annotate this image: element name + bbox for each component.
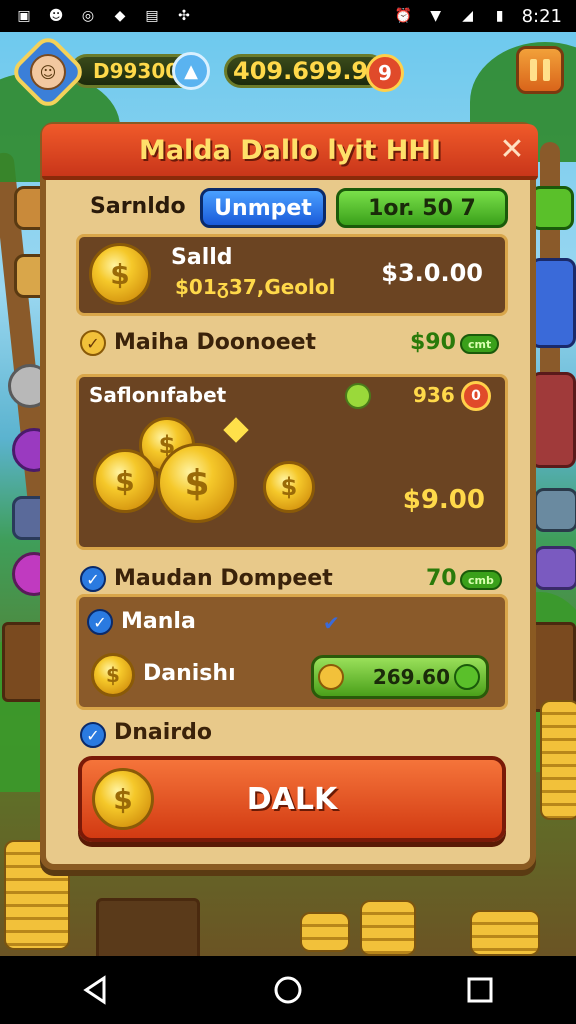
value-pill[interactable]: 269.60 xyxy=(311,655,489,699)
close-button[interactable]: ✕ xyxy=(496,134,528,166)
wallet-panel: $ Salld $01ᵹ37,Geolol $3.0.00 xyxy=(76,234,508,316)
side-gem-icon[interactable] xyxy=(534,488,576,532)
game-icon: ◆ xyxy=(114,8,126,24)
top-hud: D99300 ☺ ▲ 409.699.9 9 xyxy=(0,32,576,112)
side-character-avatar[interactable] xyxy=(530,372,576,468)
battery-icon: ▮ xyxy=(495,8,504,24)
home-icon xyxy=(274,976,302,1004)
recents-button[interactable] xyxy=(450,960,510,1020)
row2-value: 70 xyxy=(426,566,457,591)
wallet-amount: $3.0.00 xyxy=(381,259,483,287)
puzzle-icon: ✣ xyxy=(178,8,190,24)
pill-coin-icon xyxy=(318,664,344,690)
check-blue-icon: ✓ xyxy=(80,722,106,748)
row1-label: Maiha Doonoeet xyxy=(114,330,317,355)
tab-unmpet-label: Unmpet xyxy=(214,195,312,221)
side-card-icon[interactable] xyxy=(530,258,576,348)
tab-level[interactable]: 1or. 50 7 xyxy=(336,188,508,228)
pause-button[interactable] xyxy=(516,46,564,94)
pill-value: 269.60 xyxy=(372,665,450,689)
recents-icon xyxy=(467,977,493,1003)
coins-panel-title: Saflonıfabet xyxy=(89,383,227,407)
detail-line1: Manla xyxy=(121,609,196,634)
dialog-header: Malda Dallo lyit HHI ✕ xyxy=(42,124,538,180)
dollar-coin-icon: $ xyxy=(89,243,151,305)
sync-icon: ◎ xyxy=(81,8,95,24)
gem-icon[interactable]: ▲ xyxy=(172,52,210,90)
score-value: 409.699.9 xyxy=(233,57,369,85)
add-currency-button[interactable]: 9 xyxy=(366,54,404,92)
main-action-button[interactable]: $ DALK xyxy=(78,756,506,842)
signal-icon: ◢ xyxy=(462,8,473,24)
row1-badge: cmt xyxy=(460,334,500,354)
back-icon xyxy=(83,975,106,1005)
main-action-label: DALK xyxy=(246,781,338,817)
notification-icon: ▣ xyxy=(17,8,31,24)
coins-panel-amount: $9.00 xyxy=(402,485,485,515)
wifi-icon: ▼ xyxy=(430,8,441,24)
dollar-coin-icon: $ xyxy=(91,653,135,697)
add-currency-label: 9 xyxy=(378,61,392,85)
messenger-icon: ☻ xyxy=(48,8,64,24)
android-nav-bar xyxy=(0,956,576,1024)
status-bar: ▣ ☻ ◎ ◆ ▤ ✣ ⏰ ▼ ◢ ▮ 8:21 xyxy=(0,0,576,32)
sparkle-icon xyxy=(223,417,249,443)
check-blue-icon: ✓ xyxy=(87,609,113,635)
side-tab-icon[interactable] xyxy=(530,186,574,230)
pill-knob-icon xyxy=(454,664,480,690)
tab-level-label: 1or. 50 7 xyxy=(368,195,476,221)
coin-single-icon: $ xyxy=(263,461,315,513)
coins-panel-red-label: 0 xyxy=(471,388,481,404)
row2-badge: cmb xyxy=(460,570,502,590)
coins-panel-count: 936 xyxy=(413,383,455,407)
score-counter: 409.699.9 xyxy=(224,54,386,88)
wallet-dialog: Malda Dallo lyit HHI ✕ Sarnldo Unmpet 1o… xyxy=(40,122,538,870)
side-crystal-icon[interactable] xyxy=(534,546,576,590)
tab-row-label: Sarnldo xyxy=(90,194,186,219)
row3-label: Dnairdo xyxy=(114,720,213,745)
back-button[interactable] xyxy=(66,960,126,1020)
photo-icon: ▤ xyxy=(145,8,159,24)
row1-value: $90 xyxy=(410,330,456,355)
checkmark-icon: ✔ xyxy=(323,611,340,635)
currency-value: D99300 xyxy=(93,59,180,83)
player-avatar[interactable]: ☺ xyxy=(30,54,66,90)
coin-pile-icon: $ xyxy=(157,443,237,523)
clock: 8:21 xyxy=(521,5,562,27)
dollar-coin-icon: $ xyxy=(92,768,154,830)
tab-unmpet[interactable]: Unmpet xyxy=(200,188,326,228)
green-gem-icon xyxy=(345,383,371,409)
coin-pile-icon: $ xyxy=(93,449,157,513)
coins-panel: Saflonıfabet 936 0 $ $ $ $ $9.00 xyxy=(76,374,508,550)
detail-line2: Danishı xyxy=(143,661,236,686)
check-gold-icon: ✓ xyxy=(80,330,106,356)
wallet-title: Salld xyxy=(171,245,233,270)
home-button[interactable] xyxy=(258,960,318,1020)
coins-panel-red-button[interactable]: 0 xyxy=(461,381,491,411)
tab-row: Sarnldo Unmpet 1or. 50 7 xyxy=(46,188,530,232)
check-blue-icon: ✓ xyxy=(80,566,106,592)
alarm-icon: ⏰ xyxy=(394,8,413,24)
detail-panel: ✓ Manla $ Danishı ✔ 269.60 xyxy=(76,594,508,710)
wallet-subtitle: $01ᵹ37,Geolol xyxy=(175,275,336,299)
row2-label: Maudan Dompeet xyxy=(114,566,333,591)
dialog-title: Malda Dallo lyit HHI xyxy=(138,134,442,166)
